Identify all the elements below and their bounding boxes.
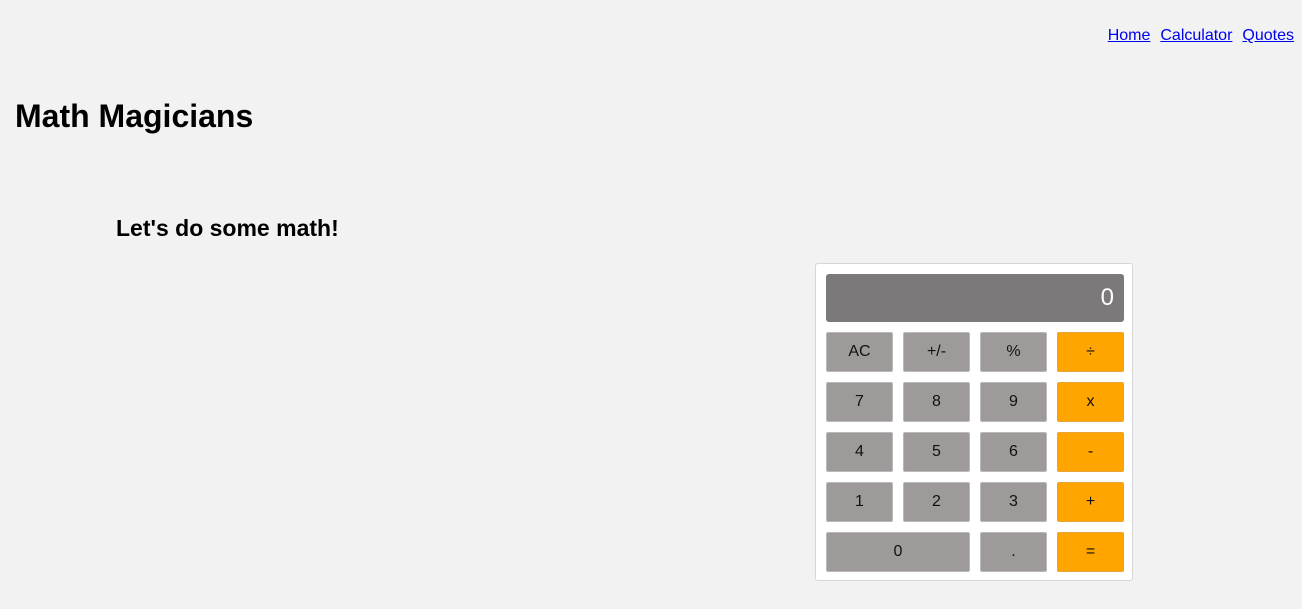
clear-button[interactable]: AC	[826, 332, 893, 372]
digit-2-button[interactable]: 2	[903, 482, 970, 522]
digit-4-button[interactable]: 4	[826, 432, 893, 472]
page-title: Math Magicians	[15, 98, 254, 134]
add-button[interactable]: +	[1057, 482, 1124, 522]
multiply-button[interactable]: x	[1057, 382, 1124, 422]
subtract-button[interactable]: -	[1057, 432, 1124, 472]
toggle-sign-button[interactable]: +/-	[903, 332, 970, 372]
digit-5-button[interactable]: 5	[903, 432, 970, 472]
digit-6-button[interactable]: 6	[980, 432, 1047, 472]
digit-9-button[interactable]: 9	[980, 382, 1047, 422]
digit-0-button[interactable]: 0	[826, 532, 970, 572]
divide-button[interactable]: ÷	[1057, 332, 1124, 372]
digit-8-button[interactable]: 8	[903, 382, 970, 422]
nav-link-quotes[interactable]: Quotes	[1242, 27, 1294, 45]
calculator-panel: 0 AC +/- % ÷ 7 8 9 x 4 5 6 - 1 2 3 + 0 .…	[815, 263, 1133, 581]
calculator-subtitle: Let's do some math!	[116, 215, 339, 241]
nav-link-calculator[interactable]: Calculator	[1160, 27, 1232, 45]
digit-3-button[interactable]: 3	[980, 482, 1047, 522]
calculator-display: 0	[826, 274, 1124, 322]
digit-7-button[interactable]: 7	[826, 382, 893, 422]
top-nav: Home Calculator Quotes	[1108, 27, 1294, 45]
percent-button[interactable]: %	[980, 332, 1047, 372]
equals-button[interactable]: =	[1057, 532, 1124, 572]
decimal-button[interactable]: .	[980, 532, 1047, 572]
nav-link-home[interactable]: Home	[1108, 27, 1151, 45]
digit-1-button[interactable]: 1	[826, 482, 893, 522]
